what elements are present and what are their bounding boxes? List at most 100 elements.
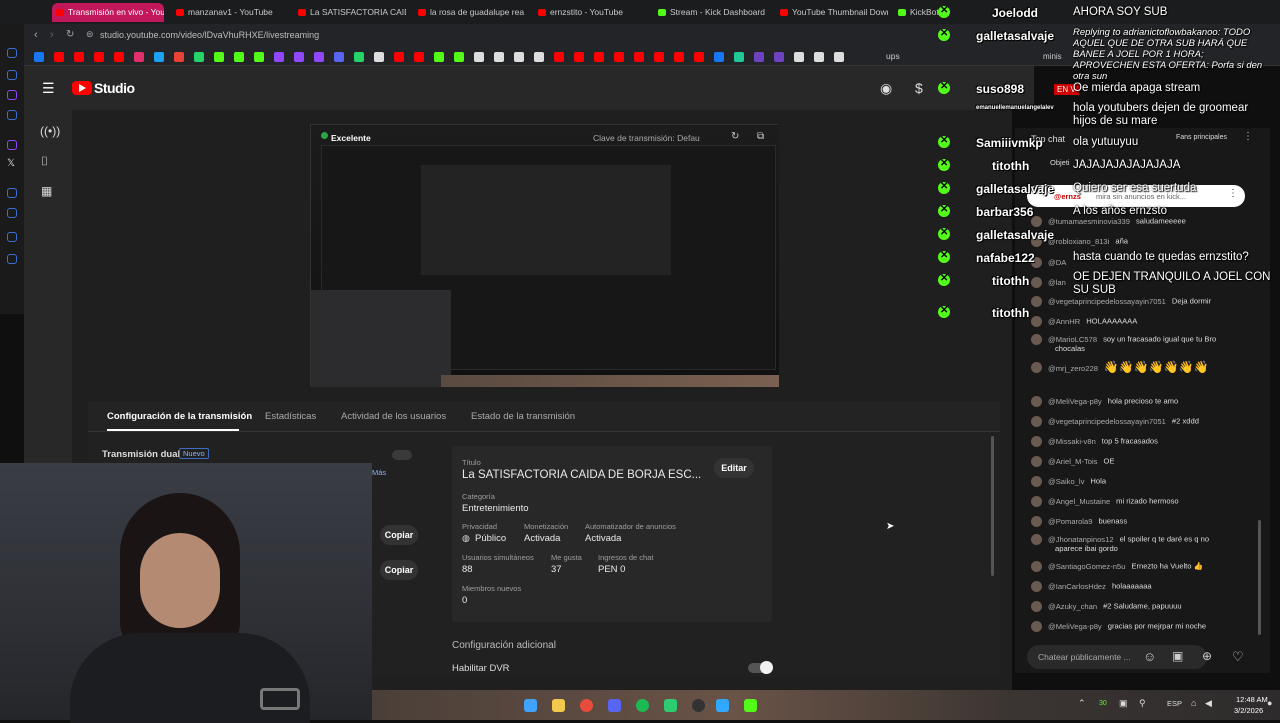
youtube-bookmark-icon[interactable] bbox=[94, 52, 104, 62]
bookmark-icon[interactable] bbox=[474, 52, 484, 62]
clock-date[interactable]: 3/2/2026 bbox=[1234, 706, 1263, 715]
app-icon[interactable] bbox=[744, 699, 757, 712]
notification-icon[interactable]: ● bbox=[1267, 698, 1272, 708]
facebook-icon[interactable] bbox=[34, 52, 44, 62]
site-info-icon[interactable]: ⊜ bbox=[86, 29, 94, 40]
heart-icon[interactable]: ♡ bbox=[1232, 649, 1244, 665]
super-chat-icon[interactable]: ▣ bbox=[1172, 649, 1183, 663]
ext-icon[interactable] bbox=[7, 232, 17, 242]
ext-icon[interactable] bbox=[7, 208, 17, 218]
chat-author[interactable]: @IanCarlosHdez bbox=[1048, 582, 1106, 591]
chat-author[interactable]: @Pomarola9 bbox=[1048, 517, 1092, 526]
spotify-icon[interactable] bbox=[636, 699, 649, 712]
copy-icon[interactable]: ⧉ bbox=[757, 131, 764, 142]
kick-bookmark-icon[interactable] bbox=[454, 52, 464, 62]
bookmark-icon[interactable] bbox=[514, 52, 524, 62]
back-icon[interactable]: ‹ bbox=[34, 29, 38, 41]
copy-button[interactable]: Copiar bbox=[380, 560, 418, 580]
x-side-icon[interactable]: 𝕏 bbox=[7, 158, 15, 169]
add-icon[interactable]: ⊕ bbox=[1202, 649, 1212, 663]
chat-author[interactable]: @Jhonatanpinos12 bbox=[1048, 535, 1114, 544]
obs-icon[interactable] bbox=[692, 699, 705, 712]
chat-scrollbar[interactable] bbox=[1258, 520, 1261, 635]
gmail-icon[interactable] bbox=[174, 52, 184, 62]
settings-side-icon[interactable] bbox=[7, 254, 17, 264]
youtube-bookmark-icon[interactable] bbox=[74, 52, 84, 62]
instagram-icon[interactable] bbox=[134, 52, 144, 62]
url-field[interactable]: studio.youtube.com/video/lDvaVhuRHXE/liv… bbox=[100, 30, 319, 40]
opera-icon[interactable] bbox=[580, 699, 593, 712]
tab-livestream[interactable]: Transmisión en vivo - YouT bbox=[52, 3, 164, 22]
tray-chevron-icon[interactable]: ⌃ bbox=[1078, 698, 1086, 709]
kick-bookmark-icon[interactable] bbox=[434, 52, 444, 62]
tab-manzanav1[interactable]: manzanav1 - YouTube bbox=[172, 3, 290, 22]
bookmark-icon[interactable] bbox=[374, 52, 384, 62]
more-link[interactable]: Más bbox=[372, 468, 386, 477]
stream-key-select[interactable]: Clave de transmisión: Defau bbox=[593, 133, 700, 143]
whatsapp-icon[interactable] bbox=[194, 52, 204, 62]
tray-mic-icon[interactable]: ⚲ bbox=[1139, 698, 1146, 709]
youtube-bookmark-icon[interactable] bbox=[554, 52, 564, 62]
tab-ernzstito[interactable]: ernzstito - YouTube bbox=[534, 3, 646, 22]
youtube-bookmark-icon[interactable] bbox=[614, 52, 624, 62]
youtube-bookmark-icon[interactable] bbox=[634, 52, 644, 62]
bookmark-icon[interactable] bbox=[534, 52, 544, 62]
windows-start-icon[interactable] bbox=[524, 699, 537, 712]
kick-bookmark-icon[interactable] bbox=[234, 52, 244, 62]
youtube-bookmark-icon[interactable] bbox=[394, 52, 404, 62]
chat-author[interactable]: @vegetaprincipedelossayayin7051 bbox=[1048, 417, 1166, 426]
emoji-icon[interactable]: ☺ bbox=[1143, 649, 1156, 664]
tab-satisfactoria[interactable]: La SATISFACTORIA CAIDA bbox=[294, 3, 406, 22]
tab-stream-status[interactable]: Estado de la transmisión bbox=[471, 411, 575, 422]
dual-stream-toggle[interactable] bbox=[392, 450, 412, 460]
twitter-icon[interactable] bbox=[154, 52, 164, 62]
bookmark-icon[interactable] bbox=[834, 52, 844, 62]
tab-user-activity[interactable]: Actividad de los usuarios bbox=[341, 411, 446, 422]
refresh-icon[interactable]: ↻ bbox=[731, 131, 739, 142]
chat-author[interactable]: @MarioLC578 bbox=[1048, 335, 1097, 344]
chat-author[interactable]: @MeliVega-p8y bbox=[1048, 622, 1102, 631]
forward-icon[interactable]: › bbox=[50, 29, 54, 41]
bookmark-ups[interactable]: ups bbox=[886, 51, 900, 61]
bookmark-icon[interactable] bbox=[714, 52, 724, 62]
studio-logo-text[interactable]: Studio bbox=[94, 80, 135, 96]
youtube-bookmark-icon[interactable] bbox=[654, 52, 664, 62]
youtube-bookmark-icon[interactable] bbox=[674, 52, 684, 62]
more-options-icon[interactable]: ⋮ bbox=[1243, 131, 1253, 142]
chat-author[interactable]: @lan bbox=[1048, 278, 1066, 287]
ext-icon[interactable] bbox=[7, 48, 17, 58]
clock-time[interactable]: 12:48 AM bbox=[1236, 695, 1268, 704]
bookmark-icon[interactable] bbox=[774, 52, 784, 62]
youtube-bookmark-icon[interactable] bbox=[574, 52, 584, 62]
reload-icon[interactable]: ↻ bbox=[66, 29, 74, 40]
youtube-bookmark-icon[interactable] bbox=[594, 52, 604, 62]
twitch-icon[interactable] bbox=[274, 52, 284, 62]
file-explorer-icon[interactable] bbox=[552, 699, 565, 712]
money-icon[interactable]: $ bbox=[915, 80, 923, 96]
twitch-icon[interactable] bbox=[314, 52, 324, 62]
ext-icon[interactable] bbox=[7, 188, 17, 198]
menu-icon[interactable]: ☰ bbox=[42, 80, 55, 97]
youtube-bookmark-icon[interactable] bbox=[694, 52, 704, 62]
twitch-icon[interactable] bbox=[294, 52, 304, 62]
chat-author[interactable]: @Ariel_M-Tois bbox=[1048, 457, 1097, 466]
chat-author[interactable]: @Missaki-v8n bbox=[1048, 437, 1096, 446]
twitch-side-icon[interactable] bbox=[7, 140, 17, 150]
pinned-menu-icon[interactable]: ⋮ bbox=[1228, 188, 1238, 199]
tray-app-icon[interactable]: ▣ bbox=[1119, 698, 1128, 709]
chat-author[interactable]: @robloxiano_813i bbox=[1048, 237, 1109, 246]
network-icon[interactable]: ⌂ bbox=[1191, 698, 1196, 708]
edit-button[interactable]: Editar bbox=[714, 458, 754, 478]
bookmark-icon[interactable] bbox=[734, 52, 744, 62]
bookmark-minis[interactable]: minis bbox=[1043, 52, 1062, 61]
twitch-side-icon[interactable] bbox=[7, 90, 17, 100]
bookmark-icon[interactable] bbox=[814, 52, 824, 62]
panel-scrollbar[interactable] bbox=[991, 436, 994, 576]
tab-kick-dashboard[interactable]: Stream - Kick Dashboard bbox=[654, 3, 772, 22]
whatsapp-icon[interactable] bbox=[354, 52, 364, 62]
youtube-bookmark-icon[interactable] bbox=[54, 52, 64, 62]
camera-icon[interactable]: ⌷ bbox=[41, 154, 48, 169]
language-indicator[interactable]: ESP bbox=[1167, 699, 1182, 708]
chat-author[interactable]: @DA bbox=[1048, 258, 1066, 267]
chat-author[interactable]: @AnnHR bbox=[1048, 317, 1080, 326]
